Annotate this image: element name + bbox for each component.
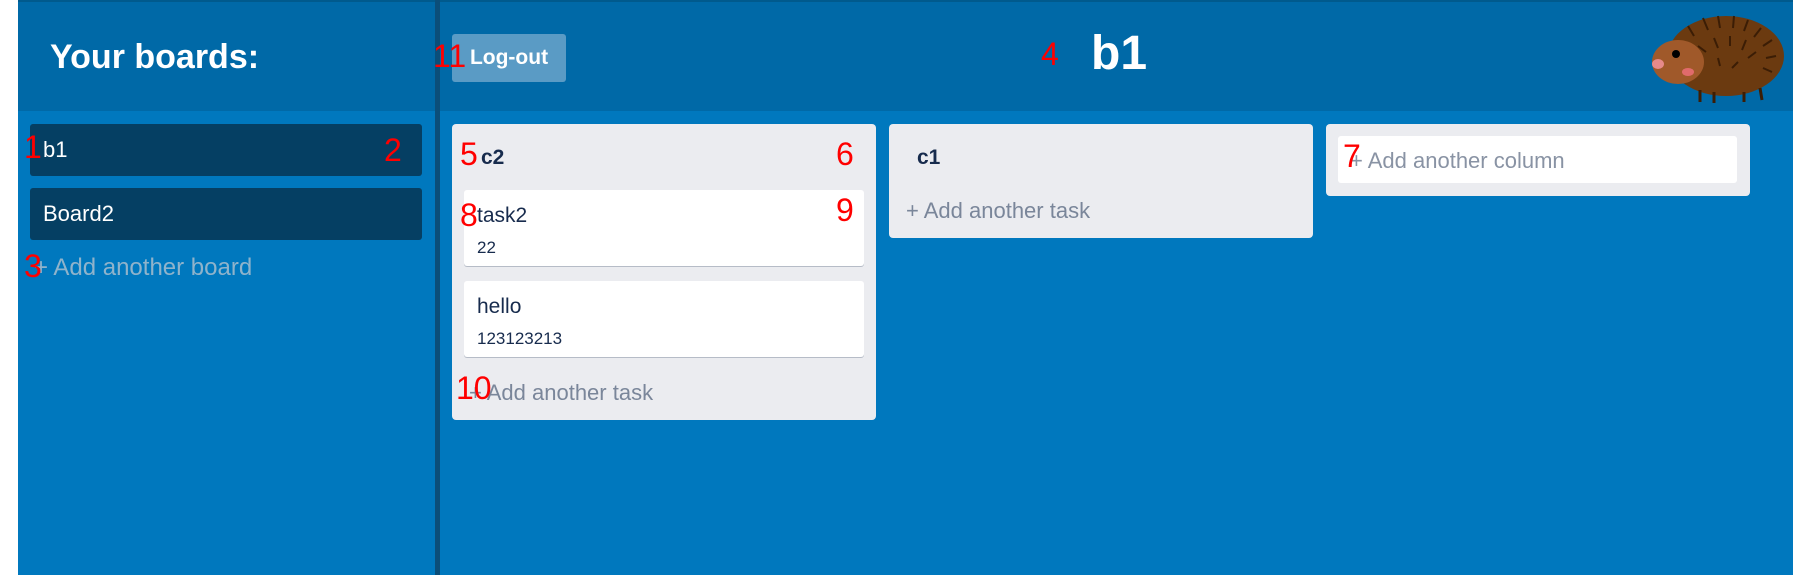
task-card-hello[interactable]: hello 123123213 xyxy=(464,281,864,357)
add-task-link[interactable]: + Add another task xyxy=(906,198,1090,224)
task-description: 22 xyxy=(477,238,496,257)
task-description: 123123213 xyxy=(477,329,563,348)
marker-11: 11 xyxy=(433,38,467,74)
column-title[interactable]: c2 xyxy=(481,146,504,170)
sidebar-board-board2[interactable]: Board2 xyxy=(30,188,422,240)
logout-button[interactable]: Log-out xyxy=(452,34,566,82)
board-label: b1 xyxy=(43,137,68,162)
sidebar-header: Your boards: xyxy=(18,2,435,111)
task-title: task2 xyxy=(477,204,528,227)
task-card-task2[interactable]: task2 22 xyxy=(464,190,864,266)
marker-4: 4 xyxy=(1041,36,1059,72)
marker-1: 1 xyxy=(24,129,42,165)
add-column-input[interactable]: + Add another column xyxy=(1338,136,1737,183)
marker-3: 3 xyxy=(24,248,42,284)
marker-2: 2 xyxy=(384,132,402,168)
column-c2: c2 task2 22 hello 123123213 + Add anothe… xyxy=(452,124,876,420)
add-column-placeholder: + Add another column xyxy=(1350,148,1565,173)
add-column-panel: + Add another column xyxy=(1326,124,1750,196)
column-title[interactable]: c1 xyxy=(917,146,940,170)
add-task-link[interactable]: + Add another task xyxy=(469,380,653,406)
marker-7: 7 xyxy=(1343,138,1361,174)
marker-5: 5 xyxy=(460,136,478,172)
marker-8: 8 xyxy=(460,197,478,233)
hedgehog-icon xyxy=(1652,15,1784,103)
marker-6: 6 xyxy=(836,136,854,172)
app-root: Your boards: b1 Board2 + Add another boa… xyxy=(18,0,1793,575)
marker-10: 10 xyxy=(456,370,492,406)
board-title: b1 xyxy=(1091,27,1148,80)
marker-9: 9 xyxy=(836,192,854,228)
add-board-link[interactable]: + Add another board xyxy=(34,254,252,282)
board-label: Board2 xyxy=(43,201,114,226)
column-c1: c1 + Add another task xyxy=(889,124,1313,238)
sidebar-board-b1[interactable]: b1 xyxy=(30,124,422,176)
task-title: hello xyxy=(477,295,522,318)
sidebar-title: Your boards: xyxy=(50,38,260,76)
main-header: Log-out b1 xyxy=(440,2,1793,111)
